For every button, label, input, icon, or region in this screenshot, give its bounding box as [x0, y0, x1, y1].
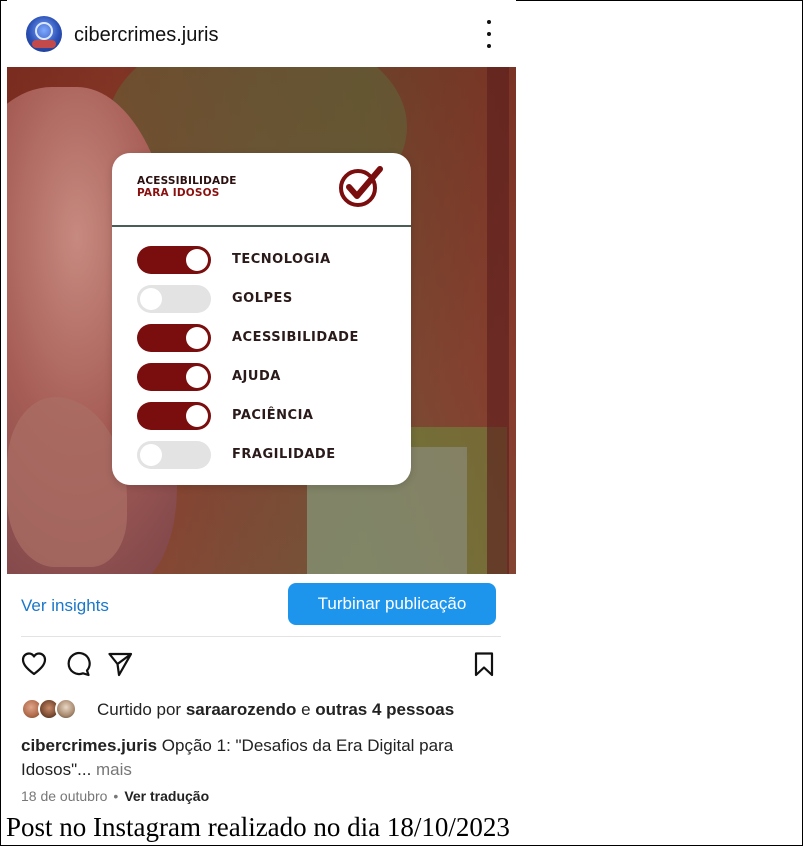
divider	[21, 636, 501, 637]
likes-row[interactable]: Curtido por saraarozendo e outras 4 pess…	[21, 696, 516, 722]
toggle-row: ACESSIBILIDADE	[137, 324, 407, 354]
meta-separator: •	[113, 788, 119, 804]
liker-avatar	[55, 698, 77, 720]
toggle-label: TECNOLOGIA	[232, 252, 331, 267]
toggle-knob	[140, 444, 162, 466]
post-date: 18 de outubro	[21, 788, 108, 804]
toggle-row: GOLPES	[137, 285, 407, 315]
likes-text: Curtido por saraarozendo e outras 4 pess…	[97, 700, 455, 719]
post-caption: cibercrimes.juris Opção 1: "Desafios da …	[21, 734, 501, 782]
heart-icon[interactable]	[21, 651, 47, 677]
toggle-label: AJUDA	[232, 369, 281, 384]
toggle-row: FRAGILIDADE	[137, 441, 407, 471]
toggle-label: ACESSIBILIDADE	[232, 330, 359, 345]
view-insights-link[interactable]: Ver insights	[21, 596, 109, 616]
post-image[interactable]: ACESSIBILIDADE PARA IDOSOS TECNOLOGIA GOL…	[7, 67, 516, 574]
checkmark-circle-icon	[339, 166, 383, 207]
boost-post-button[interactable]: Turbinar publicação	[288, 583, 496, 625]
toggle-switch[interactable]	[137, 402, 211, 430]
toggle-switch[interactable]	[137, 324, 211, 352]
toggle-label: GOLPES	[232, 291, 293, 306]
toggle-knob	[186, 327, 208, 349]
card-title: ACESSIBILIDADE PARA IDOSOS	[137, 175, 237, 199]
card-divider	[112, 225, 411, 227]
post-meta: 18 de outubro • Ver tradução	[21, 788, 209, 804]
toggle-switch[interactable]	[137, 246, 211, 274]
more-options-icon[interactable]	[477, 20, 501, 48]
more-link[interactable]: mais	[91, 760, 132, 779]
toggle-row: TECNOLOGIA	[137, 246, 407, 276]
toggle-row: AJUDA	[137, 363, 407, 393]
toggle-knob	[186, 366, 208, 388]
comment-icon[interactable]	[65, 651, 91, 677]
toggle-switch[interactable]	[137, 285, 211, 313]
toggle-knob	[186, 249, 208, 271]
toggle-switch[interactable]	[137, 363, 211, 391]
figure-caption: Post no Instagram realizado no dia 18/10…	[6, 812, 510, 842]
avatar[interactable]	[26, 16, 62, 52]
toggle-row: PACIÊNCIA	[137, 402, 407, 432]
see-translation-link[interactable]: Ver tradução	[124, 788, 209, 804]
post-header: cibercrimes.juris	[7, 0, 516, 67]
toggle-label: FRAGILIDADE	[232, 447, 336, 462]
post-username[interactable]: cibercrimes.juris	[74, 24, 218, 47]
accessibility-card: ACESSIBILIDADE PARA IDOSOS TECNOLOGIA GOL…	[112, 153, 411, 485]
action-bar	[7, 644, 516, 684]
liker-username[interactable]: saraarozendo	[186, 700, 297, 719]
caption-username[interactable]: cibercrimes.juris	[21, 736, 157, 755]
toggle-label: PACIÊNCIA	[232, 408, 314, 423]
toggle-knob	[186, 405, 208, 427]
instagram-post: cibercrimes.juris ACESSIBILIDADE PARA ID…	[7, 0, 516, 808]
send-icon[interactable]	[107, 651, 133, 677]
toggle-switch[interactable]	[137, 441, 211, 469]
others-count[interactable]: outras 4 pessoas	[315, 700, 454, 719]
bookmark-icon[interactable]	[471, 651, 497, 677]
toggle-knob	[140, 288, 162, 310]
insights-bar: Ver insights Turbinar publicação	[7, 574, 516, 636]
